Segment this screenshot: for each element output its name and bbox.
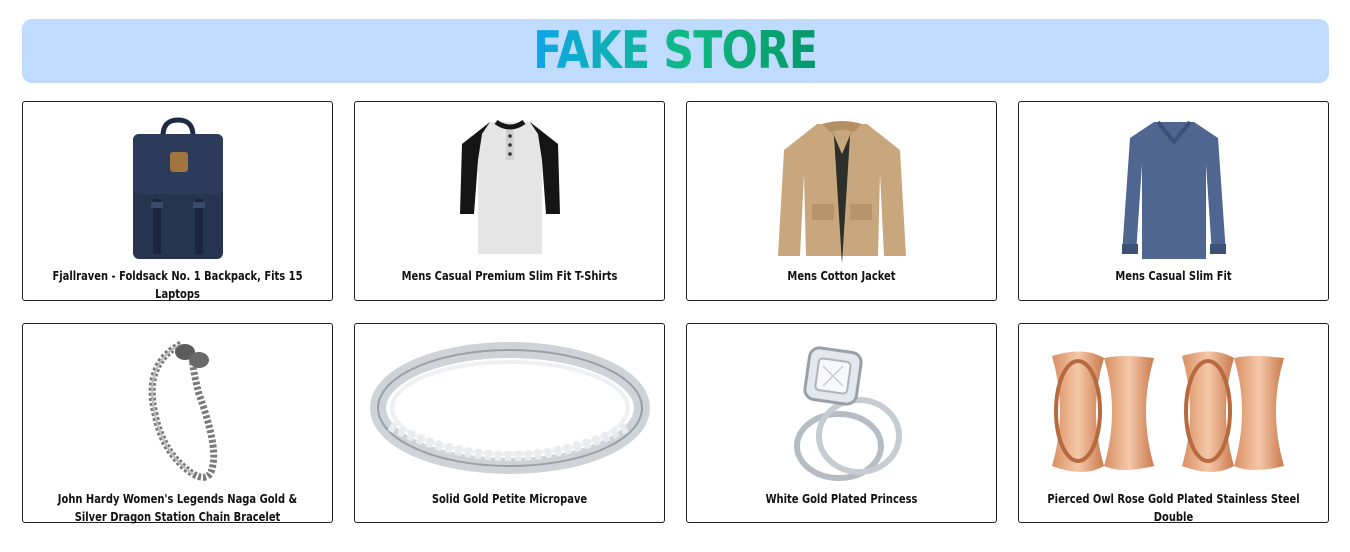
diamond-ring-icon[interactable] bbox=[687, 336, 996, 486]
product-card[interactable]: White Gold Plated Princess bbox=[686, 323, 997, 523]
jacket-icon[interactable] bbox=[687, 114, 996, 264]
product-title: Mens Casual Premium Slim Fit T-Shirts bbox=[401, 269, 618, 283]
ring-icon[interactable] bbox=[355, 336, 664, 486]
product-title: John Hardy Women's Legends Naga Gold & S… bbox=[57, 492, 298, 524]
backpack-icon[interactable] bbox=[23, 114, 332, 264]
product-title: Fjallraven - Foldsack No. 1 Backpack, Fi… bbox=[52, 269, 303, 301]
store-title: FAKE STORE bbox=[533, 21, 818, 81]
product-title: Pierced Owl Rose Gold Plated Stainless S… bbox=[1047, 492, 1300, 524]
product-title: Solid Gold Petite Micropave bbox=[431, 492, 588, 506]
product-card[interactable]: Pierced Owl Rose Gold Plated Stainless S… bbox=[1018, 323, 1329, 524]
product-title: White Gold Plated Princess bbox=[765, 492, 918, 506]
product-card[interactable]: John Hardy Women's Legends Naga Gold & S… bbox=[22, 323, 333, 524]
product-card[interactable]: Mens Cotton Jacket bbox=[686, 101, 997, 301]
product-card[interactable]: Mens Casual Premium Slim Fit T-Shirts bbox=[354, 101, 665, 301]
tshirt-icon[interactable] bbox=[355, 114, 664, 264]
store-header: FAKE STORE bbox=[22, 19, 1329, 83]
product-card[interactable]: Solid Gold Petite Micropave bbox=[354, 323, 665, 523]
product-card[interactable]: Fjallraven - Foldsack No. 1 Backpack, Fi… bbox=[22, 101, 333, 301]
plugs-icon[interactable] bbox=[1019, 336, 1328, 486]
longsleeve-icon[interactable] bbox=[1019, 114, 1328, 264]
product-title: Mens Casual Slim Fit bbox=[1115, 269, 1232, 283]
product-title: Mens Cotton Jacket bbox=[787, 269, 896, 283]
product-card[interactable]: Mens Casual Slim Fit bbox=[1018, 101, 1329, 301]
bracelet-icon[interactable] bbox=[23, 334, 332, 484]
